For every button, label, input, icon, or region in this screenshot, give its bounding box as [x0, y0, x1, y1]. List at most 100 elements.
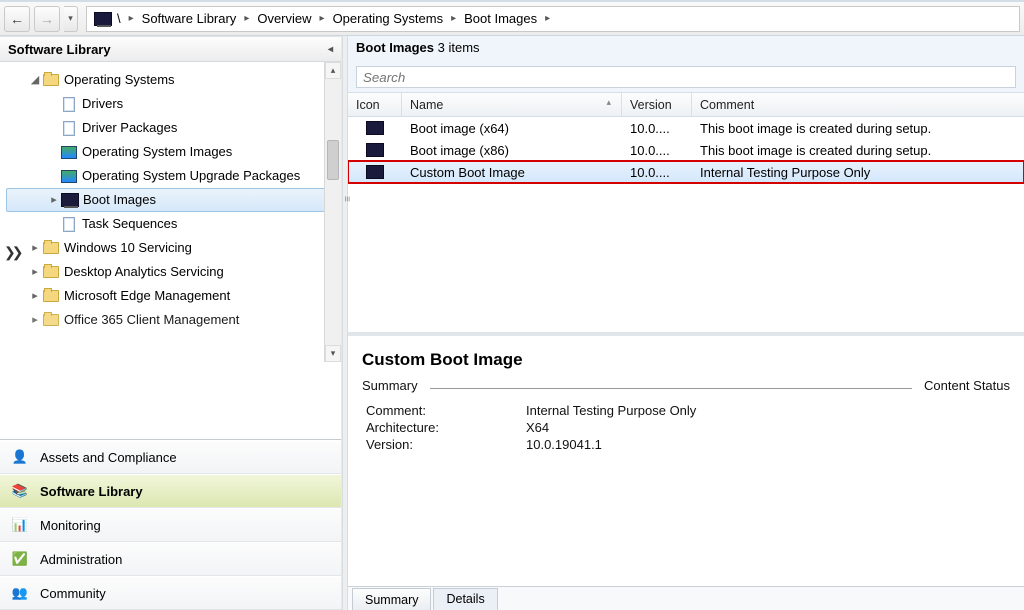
- wunderbar-community[interactable]: 👥 Community: [0, 576, 341, 610]
- tree-node-task-sequences[interactable]: Task Sequences: [6, 212, 341, 236]
- tree-node-desktop-analytics[interactable]: ▸ Desktop Analytics Servicing: [6, 260, 341, 284]
- wunderbar-assets-compliance[interactable]: 👤 Assets and Compliance: [0, 440, 341, 474]
- chevron-right-icon: ▸: [545, 13, 550, 24]
- package-icon: [63, 121, 75, 136]
- cell-version: 10.0....: [622, 121, 692, 136]
- chevron-right-icon: ▸: [320, 13, 325, 24]
- workspace-icon: [93, 9, 113, 29]
- breadcrumb-item[interactable]: Software Library: [142, 11, 237, 26]
- list-heading: Boot Images 3 items: [348, 36, 1024, 64]
- os-image-icon: [61, 146, 77, 159]
- nav-forward-button[interactable]: →: [34, 6, 60, 32]
- chevron-right-icon: ▸: [244, 13, 249, 24]
- detail-value-version: 10.0.19041.1: [526, 437, 1006, 452]
- scroll-down-icon[interactable]: ▾: [325, 345, 341, 362]
- tree-node-os-images[interactable]: Operating System Images: [6, 140, 341, 164]
- breadcrumb-root[interactable]: \: [117, 11, 121, 26]
- cell-comment: This boot image is created during setup.: [692, 121, 1024, 136]
- scroll-thumb[interactable]: [327, 140, 339, 180]
- tree-node-boot-images[interactable]: ▸ Boot Images: [6, 188, 341, 212]
- expander-closed-icon[interactable]: ▸: [47, 188, 61, 212]
- breadcrumb-item[interactable]: Boot Images: [464, 11, 537, 26]
- boot-image-icon: [366, 165, 384, 179]
- expand-nav-icon[interactable]: ❯❯: [4, 244, 19, 261]
- column-header-comment[interactable]: Comment: [692, 93, 1024, 116]
- list-title: Boot Images: [356, 40, 434, 55]
- wunderbar-monitoring[interactable]: 📊 Monitoring: [0, 508, 341, 542]
- cell-name: Custom Boot Image: [402, 165, 622, 180]
- nav-history-dropdown[interactable]: ▾: [64, 6, 78, 32]
- document-icon: [63, 97, 75, 112]
- detail-label: Architecture:: [366, 420, 526, 435]
- search-input[interactable]: [356, 66, 1016, 88]
- wunderbar-label: Software Library: [40, 484, 143, 499]
- cell-version: 10.0....: [622, 143, 692, 158]
- library-icon: 📚: [10, 481, 30, 501]
- expander-closed-icon[interactable]: ▸: [28, 308, 42, 332]
- tree-label: Office 365 Client Management: [64, 308, 239, 332]
- wunderbar-label: Assets and Compliance: [40, 450, 177, 465]
- collapse-panel-icon[interactable]: ◂: [328, 44, 333, 55]
- nav-back-button[interactable]: ←: [4, 6, 30, 32]
- folder-icon: [43, 290, 59, 302]
- detail-section-content-status: Content Status: [924, 378, 1010, 393]
- tree-node-driver-packages[interactable]: Driver Packages: [6, 116, 341, 140]
- monitoring-icon: 📊: [10, 515, 30, 535]
- tree-node-drivers[interactable]: Drivers: [6, 92, 341, 116]
- cell-comment: Internal Testing Purpose Only: [692, 165, 1024, 180]
- assets-icon: 👤: [10, 447, 30, 467]
- tree-label: Desktop Analytics Servicing: [64, 260, 224, 284]
- expander-closed-icon[interactable]: ▸: [28, 260, 42, 284]
- wunderbar-software-library[interactable]: 📚 Software Library: [0, 474, 341, 508]
- tab-details[interactable]: Details: [433, 588, 497, 610]
- column-header-version[interactable]: Version: [622, 93, 692, 116]
- chevron-right-icon: ▸: [451, 13, 456, 24]
- tab-summary[interactable]: Summary: [352, 588, 431, 610]
- column-header-name[interactable]: Name ▴: [402, 93, 622, 116]
- tree-node-office365[interactable]: ▸ Office 365 Client Management: [6, 308, 341, 332]
- folder-icon: [43, 266, 59, 278]
- cell-name: Boot image (x64): [402, 121, 622, 136]
- sort-ascending-icon: ▴: [606, 97, 611, 108]
- community-icon: 👥: [10, 583, 30, 603]
- tree-label: Windows 10 Servicing: [64, 236, 192, 260]
- detail-value-architecture: X64: [526, 420, 1006, 435]
- tree-scrollbar[interactable]: ▴ ▾: [324, 62, 341, 362]
- task-sequence-icon: [63, 217, 75, 232]
- detail-label: Comment:: [366, 403, 526, 418]
- tree-label: Operating Systems: [64, 68, 175, 92]
- column-header-icon[interactable]: Icon: [348, 93, 402, 116]
- expander-open-icon[interactable]: ◢: [28, 68, 42, 92]
- boot-image-icon: [61, 193, 79, 207]
- detail-value-comment: Internal Testing Purpose Only: [526, 403, 1006, 418]
- tree-node-edge-management[interactable]: ▸ Microsoft Edge Management: [6, 284, 341, 308]
- detail-label: Version:: [366, 437, 526, 452]
- table-row-selected[interactable]: Custom Boot Image 10.0.... Internal Test…: [348, 161, 1024, 183]
- tree-label: Microsoft Edge Management: [64, 284, 230, 308]
- table-row[interactable]: Boot image (x64) 10.0.... This boot imag…: [348, 117, 1024, 139]
- expander-closed-icon[interactable]: ▸: [28, 236, 42, 260]
- breadcrumb-item[interactable]: Operating Systems: [333, 11, 444, 26]
- breadcrumb-item[interactable]: Overview: [257, 11, 311, 26]
- chevron-right-icon: ▸: [129, 13, 134, 24]
- cell-comment: This boot image is created during setup.: [692, 143, 1024, 158]
- tree-node-operating-systems[interactable]: ◢ Operating Systems: [6, 68, 341, 92]
- folder-icon: [43, 314, 59, 326]
- detail-section-summary: Summary: [362, 378, 418, 393]
- expander-closed-icon[interactable]: ▸: [28, 284, 42, 308]
- tree-node-win10-servicing[interactable]: ▸ Windows 10 Servicing: [6, 236, 341, 260]
- tree-node-os-upgrade-packages[interactable]: Operating System Upgrade Packages: [6, 164, 341, 188]
- folder-icon: [43, 242, 59, 254]
- divider: [430, 388, 912, 389]
- wunderbar-administration[interactable]: ✅ Administration: [0, 542, 341, 576]
- tree-label: Operating System Images: [82, 140, 232, 164]
- wunderbar-label: Administration: [40, 552, 122, 567]
- tree-label: Task Sequences: [82, 212, 177, 236]
- scroll-up-icon[interactable]: ▴: [325, 62, 341, 79]
- boot-image-icon: [366, 143, 384, 157]
- table-row[interactable]: Boot image (x86) 10.0.... This boot imag…: [348, 139, 1024, 161]
- cell-version: 10.0....: [622, 165, 692, 180]
- left-panel-title: Software Library: [8, 42, 111, 57]
- tree-label: Drivers: [82, 92, 123, 116]
- os-upgrade-icon: [61, 170, 77, 183]
